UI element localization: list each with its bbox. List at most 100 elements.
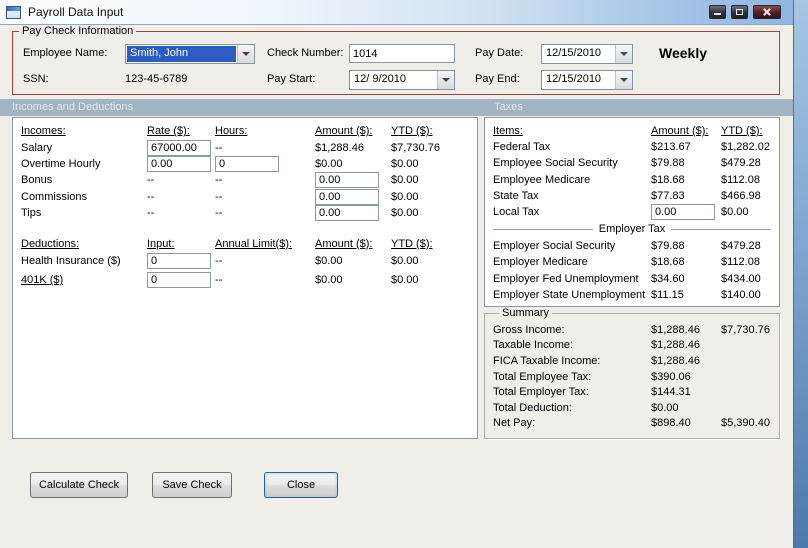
deductions-header-row: Deductions: Input: Annual Limit($): Amou… <box>21 235 469 251</box>
pay-end-dropdown-button[interactable] <box>615 71 632 89</box>
overtime-hours-input[interactable] <box>215 155 279 172</box>
summary-legend: Summary <box>502 307 550 319</box>
tax-ytd: $1,282.02 <box>721 141 770 154</box>
local-tax-input[interactable] <box>651 204 715 221</box>
chevron-down-icon <box>442 78 450 82</box>
pay-date-dropdown-button[interactable] <box>615 45 632 63</box>
pay-start-label: Pay Start: <box>267 73 316 85</box>
ytd-col-header: YTD ($): <box>391 125 433 138</box>
deduction-limit: -- <box>215 255 223 268</box>
income-row-tips: Tips -- -- $0.00 <box>21 205 469 222</box>
summary-row-gross: Gross Income: $1,288.46 $7,730.76 <box>493 322 771 338</box>
incomes-header-row: Incomes: Rate ($): Hours: Amount ($): YT… <box>21 123 469 139</box>
income-amount: $1,288.46 <box>315 141 364 154</box>
save-check-button[interactable]: Save Check <box>152 472 232 498</box>
annual-limit-col-header: Annual Limit($): <box>215 237 293 250</box>
tax-amount: $79.88 <box>651 157 685 170</box>
section-header-strip: Incomes and Deductions Taxes <box>0 99 793 116</box>
calculate-check-button[interactable]: Calculate Check <box>30 472 128 498</box>
tax-amount: $213.67 <box>651 141 691 154</box>
deduction-ytd: $0.00 <box>391 274 419 287</box>
deduction-amount: $0.00 <box>315 255 343 268</box>
summary-amount: $1,288.46 <box>651 323 700 336</box>
tax-amount: $79.88 <box>651 240 685 253</box>
income-ytd: $7,730.76 <box>391 141 440 154</box>
maximize-button[interactable] <box>731 5 748 19</box>
tax-row-employer-medicare: Employer Medicare $18.68 $112.08 <box>493 254 771 270</box>
ssn-label: SSN: <box>23 73 49 85</box>
deduction-name: Health Insurance ($) <box>21 255 121 268</box>
income-rate: -- <box>147 207 155 220</box>
amount-col-header: Amount ($): <box>651 125 709 138</box>
employee-name-combobox[interactable]: Smith, John <box>125 44 255 64</box>
payroll-window: Payroll Data Input Pay Check Information… <box>0 0 794 548</box>
deduction-401k-link[interactable]: 401K ($) <box>21 274 147 286</box>
summary-label: Gross Income: <box>493 323 565 336</box>
maximize-icon <box>736 9 743 15</box>
close-window-button[interactable] <box>753 5 781 19</box>
income-row-overtime: Overtime Hourly $0.00 $0.00 <box>21 155 469 172</box>
minimize-icon <box>714 13 721 15</box>
paycheck-info-group: Pay Check Information Employee Name: Smi… <box>12 25 780 95</box>
pay-start-picker[interactable]: 12/ 9/2010 <box>349 70 455 90</box>
chevron-down-icon <box>242 52 250 56</box>
employee-name-dropdown-button[interactable] <box>237 45 254 63</box>
income-row-salary: Salary -- $1,288.46 $7,730.76 <box>21 139 469 156</box>
tax-amount: $18.68 <box>651 173 685 186</box>
close-button[interactable]: Close <box>264 472 338 498</box>
tax-item: Federal Tax <box>493 141 551 154</box>
pay-end-picker[interactable]: 12/15/2010 <box>541 70 633 90</box>
titlebar[interactable]: Payroll Data Input <box>0 0 793 25</box>
deduction-ytd: $0.00 <box>391 255 419 268</box>
pay-start-value: 12/ 9/2010 <box>354 73 406 85</box>
income-ytd: $0.00 <box>391 207 419 220</box>
overtime-rate-input[interactable] <box>147 155 211 172</box>
amount-col-header: Amount ($): <box>315 125 373 138</box>
tax-amount: $77.83 <box>651 189 685 202</box>
income-name: Commissions <box>21 190 88 203</box>
ytd-col-header: YTD ($): <box>391 237 433 250</box>
pay-end-label: Pay End: <box>475 73 520 85</box>
ytd-col-header: YTD ($): <box>721 125 763 138</box>
window-controls <box>709 5 781 19</box>
summary-label: Total Employer Tax: <box>493 386 589 399</box>
tax-item: Employer Social Security <box>493 240 616 253</box>
minimize-button[interactable] <box>709 5 726 19</box>
rate-col-header: Rate ($): <box>147 125 190 138</box>
income-hours: -- <box>215 141 223 154</box>
pay-start-dropdown-button[interactable] <box>437 71 454 89</box>
paycheck-info-legend: Pay Check Information <box>22 25 134 37</box>
check-number-label: Check Number: <box>267 47 344 59</box>
tax-row-employee-ss: Employee Social Security $79.88 $479.28 <box>493 155 771 171</box>
summary-row-taxable: Taxable Income: $1,288.46 <box>493 338 771 354</box>
summary-row-employee-tax: Total Employee Tax: $390.06 <box>493 369 771 385</box>
bonus-amount-input[interactable] <box>315 172 379 189</box>
tax-item: Employee Social Security <box>493 157 618 170</box>
401k-input[interactable] <box>147 272 211 289</box>
summary-group: Summary Gross Income: $1,288.46 $7,730.7… <box>484 307 780 439</box>
taxes-panel: Items: Amount ($): YTD ($): Federal Tax … <box>484 117 780 307</box>
employer-tax-label: Employer Tax <box>598 223 666 236</box>
tax-row-state: State Tax $77.83 $466.98 <box>493 188 771 204</box>
tax-amount: $18.68 <box>651 256 685 269</box>
tax-ytd: $479.28 <box>721 157 761 170</box>
summary-amount: $390.06 <box>651 370 691 383</box>
income-rate: -- <box>147 190 155 203</box>
tax-row-employee-medicare: Employee Medicare $18.68 $112.08 <box>493 172 771 188</box>
taxes-header-row: Items: Amount ($): YTD ($): <box>493 123 771 139</box>
summary-amount: $1,288.46 <box>651 354 700 367</box>
commissions-amount-input[interactable] <box>315 188 379 205</box>
pay-date-picker[interactable]: 12/15/2010 <box>541 44 633 64</box>
incomes-deductions-section-label: Incomes and Deductions <box>12 101 134 113</box>
tax-amount: $34.60 <box>651 272 685 285</box>
health-insurance-input[interactable] <box>147 253 211 270</box>
tax-item: Employer Fed Unemployment <box>493 272 639 285</box>
tax-ytd: $479.28 <box>721 240 761 253</box>
check-number-input[interactable] <box>349 44 455 63</box>
salary-rate-input[interactable] <box>147 139 211 156</box>
tips-amount-input[interactable] <box>315 205 379 222</box>
summary-amount: $0.00 <box>651 401 679 414</box>
summary-ytd: $5,390.40 <box>721 417 770 430</box>
income-name: Tips <box>21 207 42 220</box>
tax-item: State Tax <box>493 189 539 202</box>
